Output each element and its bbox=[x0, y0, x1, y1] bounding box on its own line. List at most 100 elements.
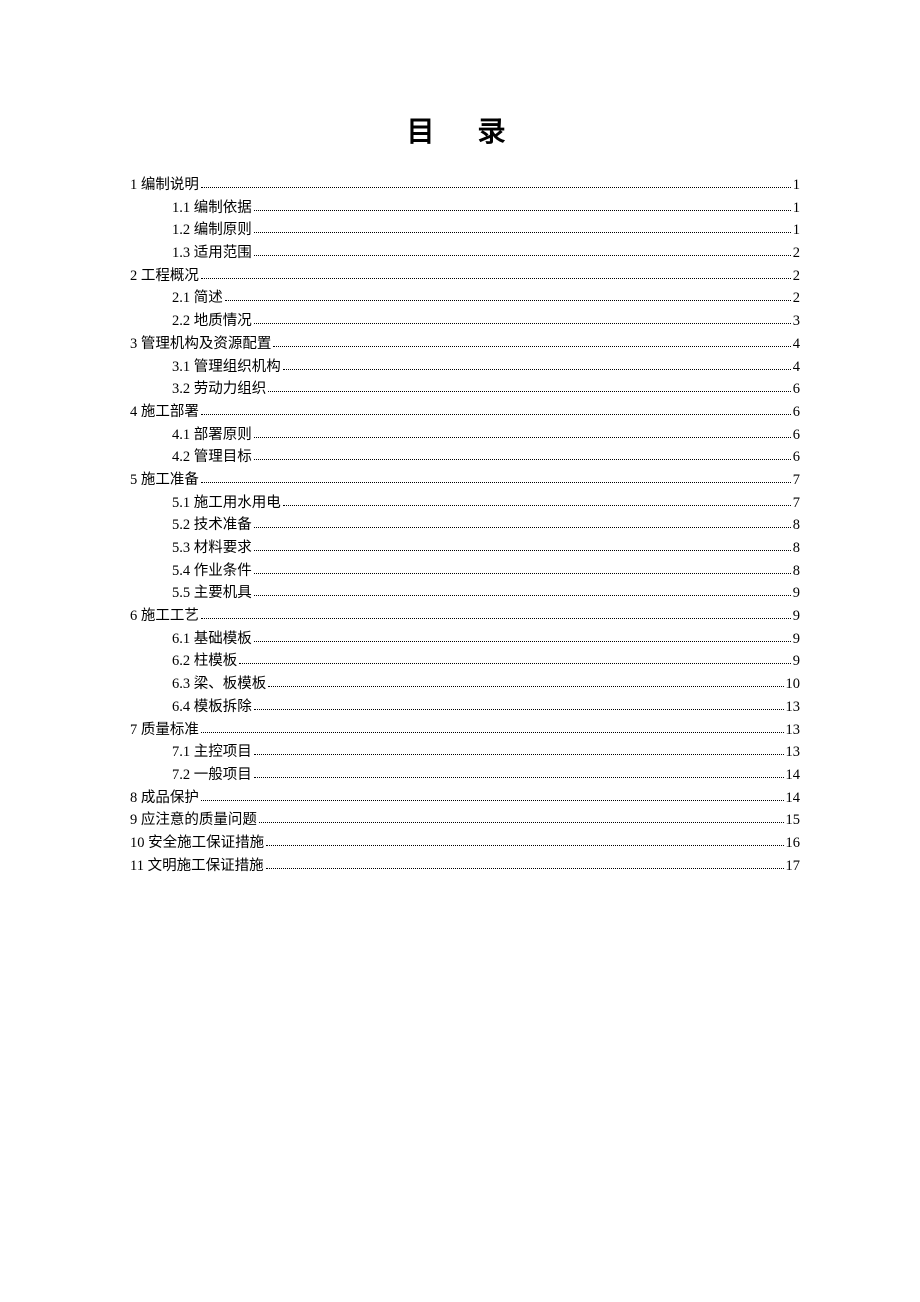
toc-entry: 2.2 地质情况 3 bbox=[130, 314, 800, 329]
toc-entry-page: 8 bbox=[793, 541, 800, 556]
toc-entry-label: 1 编制说明 bbox=[130, 178, 199, 193]
toc-leader-dots bbox=[254, 641, 791, 642]
toc-entry-page: 10 bbox=[786, 677, 801, 692]
toc-entry-label: 5.4 作业条件 bbox=[172, 564, 252, 579]
toc-entry-page: 13 bbox=[786, 745, 801, 760]
toc-entry: 5.4 作业条件 8 bbox=[130, 564, 800, 579]
toc-leader-dots bbox=[283, 505, 791, 506]
toc-leader-dots bbox=[254, 232, 791, 233]
toc-leader-dots bbox=[254, 459, 791, 460]
toc-entry-page: 13 bbox=[786, 700, 801, 715]
toc-leader-dots bbox=[201, 618, 791, 619]
toc-entry-label: 7.1 主控项目 bbox=[172, 745, 252, 760]
toc-entry-page: 13 bbox=[786, 723, 801, 738]
toc-entry: 9 应注意的质量问题15 bbox=[130, 813, 800, 828]
toc-entry: 4.1 部署原则6 bbox=[130, 428, 800, 443]
toc-leader-dots bbox=[201, 187, 791, 188]
toc-entry-label: 5 施工准备 bbox=[130, 473, 199, 488]
toc-entry-page: 9 bbox=[793, 654, 800, 669]
toc-entry: 7 质量标准13 bbox=[130, 723, 800, 738]
toc-entry: 3.2 劳动力组织 6 bbox=[130, 382, 800, 397]
toc-entry-page: 2 bbox=[793, 246, 800, 261]
toc-entry: 1 编制说明 1 bbox=[130, 178, 800, 193]
toc-entry-label: 11 文明施工保证措施 bbox=[130, 859, 264, 874]
toc-leader-dots bbox=[201, 800, 784, 801]
toc-entry: 6.1 基础模板 9 bbox=[130, 632, 800, 647]
toc-entry-label: 2.1 简述 bbox=[172, 291, 223, 306]
toc-entry-label: 6.2 柱模板 bbox=[172, 654, 237, 669]
toc-entry: 5.2 技术准备8 bbox=[130, 518, 800, 533]
toc-entry: 3 管理机构及资源配置4 bbox=[130, 337, 800, 352]
toc-entry-page: 8 bbox=[793, 564, 800, 579]
toc-entry-label: 4.2 管理目标 bbox=[172, 450, 252, 465]
toc-entry-label: 9 应注意的质量问题 bbox=[130, 813, 257, 828]
toc-leader-dots bbox=[254, 573, 791, 574]
toc-leader-dots bbox=[254, 210, 791, 211]
toc-leader-dots bbox=[254, 527, 791, 528]
toc-leader-dots bbox=[268, 686, 783, 687]
toc-leader-dots bbox=[201, 482, 791, 483]
toc-leader-dots bbox=[201, 414, 791, 415]
toc-entry-page: 2 bbox=[793, 269, 800, 284]
toc-entry-page: 6 bbox=[793, 428, 800, 443]
toc-entry-label: 2.2 地质情况 bbox=[172, 314, 252, 329]
toc-entry-page: 4 bbox=[793, 337, 800, 352]
toc-leader-dots bbox=[254, 709, 784, 710]
page-title: 目 录 bbox=[130, 110, 800, 150]
toc-entry: 2.1 简述 2 bbox=[130, 291, 800, 306]
toc-entry-page: 6 bbox=[793, 450, 800, 465]
toc-entry: 1.2 编制原则1 bbox=[130, 223, 800, 238]
toc-entry-label: 6.1 基础模板 bbox=[172, 632, 252, 647]
toc-entry-label: 3.1 管理组织机构 bbox=[172, 360, 281, 375]
toc-leader-dots bbox=[266, 868, 784, 869]
toc-leader-dots bbox=[239, 663, 791, 664]
toc-entry-page: 9 bbox=[793, 609, 800, 624]
toc-entry-page: 8 bbox=[793, 518, 800, 533]
toc-entry-page: 9 bbox=[793, 632, 800, 647]
toc-leader-dots bbox=[266, 845, 783, 846]
toc-entry-page: 17 bbox=[786, 859, 801, 874]
toc-entry-page: 14 bbox=[786, 791, 801, 806]
toc-entry-label: 6.4 模板拆除 bbox=[172, 700, 252, 715]
toc-leader-dots bbox=[254, 595, 791, 596]
toc-leader-dots bbox=[201, 278, 791, 279]
toc-entry: 6 施工工艺9 bbox=[130, 609, 800, 624]
toc-entry-page: 6 bbox=[793, 405, 800, 420]
toc-leader-dots bbox=[254, 437, 791, 438]
toc-leader-dots bbox=[254, 777, 784, 778]
toc-entry: 1.1 编制依据 1 bbox=[130, 201, 800, 216]
toc-entry: 6.2 柱模板 9 bbox=[130, 654, 800, 669]
toc-entry: 7.2 一般项目 14 bbox=[130, 768, 800, 783]
toc-entry-label: 1.1 编制依据 bbox=[172, 201, 252, 216]
toc-entry-page: 3 bbox=[793, 314, 800, 329]
toc-entry-label: 10 安全施工保证措施 bbox=[130, 836, 264, 851]
toc-entry: 4 施工部署6 bbox=[130, 405, 800, 420]
toc-entry: 5.5 主要机具9 bbox=[130, 586, 800, 601]
toc-entry-label: 7.2 一般项目 bbox=[172, 768, 252, 783]
toc-entry-page: 1 bbox=[793, 223, 800, 238]
toc-entry-page: 1 bbox=[793, 201, 800, 216]
toc-entry-page: 7 bbox=[793, 473, 800, 488]
toc-entry: 5.3 材料要求8 bbox=[130, 541, 800, 556]
toc-entry: 6.3 梁、板模板 10 bbox=[130, 677, 800, 692]
toc-entry: 8 成品保护14 bbox=[130, 791, 800, 806]
toc-entry-page: 6 bbox=[793, 382, 800, 397]
toc-leader-dots bbox=[268, 391, 791, 392]
toc-entry-page: 2 bbox=[793, 291, 800, 306]
toc-entry: 5 施工准备 7 bbox=[130, 473, 800, 488]
toc-entry: 6.4 模板拆除 13 bbox=[130, 700, 800, 715]
table-of-contents: 1 编制说明11.1 编制依据11.2 编制原则11.3 适用范围22 工程概况… bbox=[130, 178, 800, 873]
toc-entry: 4.2 管理目标 6 bbox=[130, 450, 800, 465]
toc-entry-page: 9 bbox=[793, 586, 800, 601]
toc-entry-label: 6.3 梁、板模板 bbox=[172, 677, 266, 692]
toc-entry: 3.1 管理组织机构 4 bbox=[130, 360, 800, 375]
toc-entry-page: 16 bbox=[786, 836, 801, 851]
toc-entry-page: 4 bbox=[793, 360, 800, 375]
toc-leader-dots bbox=[254, 550, 791, 551]
toc-entry: 2 工程概况2 bbox=[130, 269, 800, 284]
toc-entry-page: 1 bbox=[793, 178, 800, 193]
toc-entry-page: 14 bbox=[786, 768, 801, 783]
toc-entry-label: 3.2 劳动力组织 bbox=[172, 382, 266, 397]
toc-entry-label: 5.1 施工用水用电 bbox=[172, 496, 281, 511]
toc-entry: 5.1 施工用水用电7 bbox=[130, 496, 800, 511]
